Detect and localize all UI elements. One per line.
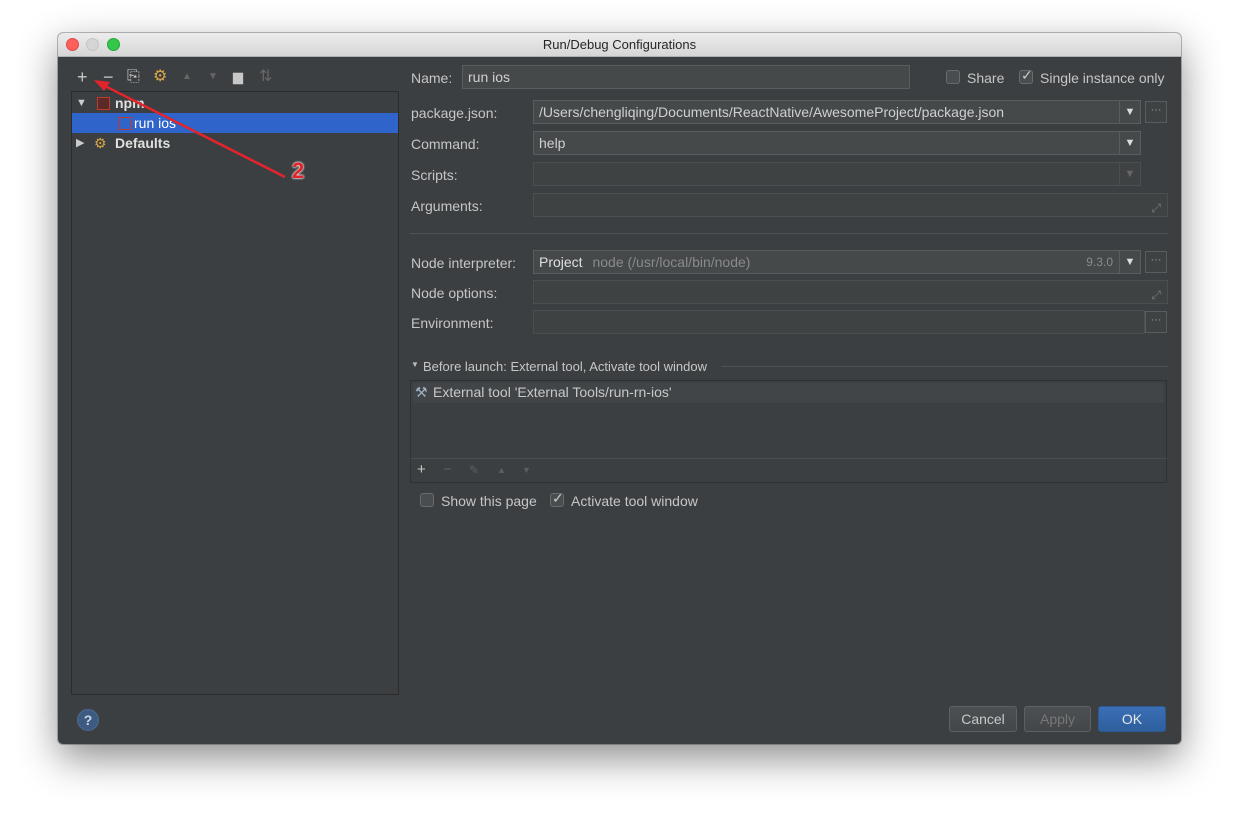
- expand-icon[interactable]: ⤢: [1151, 284, 1161, 306]
- expand-icon[interactable]: ⤢: [1151, 197, 1161, 219]
- node-options-label: Node options:: [411, 285, 498, 301]
- tools-icon: ⚒: [415, 384, 428, 400]
- package-json-browse-button[interactable]: ···: [1145, 101, 1167, 123]
- environment-input[interactable]: [533, 310, 1145, 334]
- command-label: Command:: [411, 136, 480, 152]
- package-json-label: package.json:: [411, 105, 498, 121]
- list-item[interactable]: ⚒ External tool 'External Tools/run-rn-i…: [413, 383, 1164, 403]
- collapse-triangle-icon[interactable]: ▼: [411, 360, 419, 369]
- single-instance-checkbox[interactable]: [1019, 67, 1033, 84]
- scripts-label: Scripts:: [411, 167, 458, 183]
- ok-button[interactable]: OK: [1098, 706, 1166, 732]
- cancel-button[interactable]: Cancel: [949, 706, 1017, 732]
- node-interpreter-select[interactable]: Project node (/usr/local/bin/node) 9.3.0: [533, 250, 1120, 274]
- before-launch-label: Before launch: External tool, Activate t…: [423, 359, 707, 374]
- arguments-label: Arguments:: [411, 198, 483, 214]
- before-launch-toolbar: + − ✎ ▲ ▼: [410, 458, 1167, 483]
- activate-window-label: Activate tool window: [571, 493, 698, 509]
- command-select[interactable]: help: [533, 131, 1120, 155]
- node-version: 9.3.0: [1086, 255, 1113, 269]
- environment-browse-button[interactable]: ···: [1145, 311, 1167, 333]
- node-interpreter-path: node (/usr/local/bin/node): [592, 254, 751, 270]
- package-json-input[interactable]: /Users/chengliqing/Documents/ReactNative…: [533, 100, 1120, 124]
- run-debug-dialog: Run/Debug Configurations + − ⎘ ⚙ ▲ ▼ ▆ ⇅…: [58, 33, 1181, 744]
- minus-icon[interactable]: −: [443, 461, 452, 478]
- scripts-select[interactable]: [533, 162, 1120, 186]
- name-label: Name:: [411, 70, 453, 86]
- show-page-checkbox[interactable]: [420, 493, 434, 507]
- environment-label: Environment:: [411, 315, 494, 331]
- plus-icon[interactable]: +: [417, 461, 426, 478]
- node-interpreter-dropdown[interactable]: ▼: [1119, 250, 1141, 274]
- arguments-input[interactable]: ⤢: [533, 193, 1168, 217]
- show-page-label: Show this page: [441, 493, 537, 509]
- arrow-up-icon[interactable]: ▲: [497, 465, 506, 475]
- before-launch-separator: [721, 366, 1168, 367]
- scripts-dropdown[interactable]: ▼: [1119, 162, 1141, 186]
- activate-window-checkbox[interactable]: [550, 490, 564, 507]
- node-interpreter-browse-button[interactable]: ···: [1145, 251, 1167, 273]
- separator: [410, 233, 1168, 234]
- package-json-dropdown[interactable]: ▼: [1119, 100, 1141, 124]
- command-dropdown[interactable]: ▼: [1119, 131, 1141, 155]
- single-instance-label: Single instance only: [1040, 70, 1165, 86]
- node-options-input[interactable]: ⤢: [533, 280, 1168, 304]
- annotation-arrow: [94, 80, 286, 179]
- arrow-down-icon[interactable]: ▼: [522, 465, 531, 475]
- node-interpreter-label: Node interpreter:: [411, 255, 517, 271]
- help-button[interactable]: ?: [77, 709, 99, 731]
- apply-button[interactable]: Apply: [1024, 706, 1091, 732]
- annotation-number: 2: [292, 158, 305, 183]
- name-input[interactable]: run ios: [462, 65, 910, 89]
- external-tool-item-label: External tool 'External Tools/run-rn-ios…: [433, 384, 672, 400]
- node-interpreter-project: Project: [539, 254, 583, 270]
- edit-icon[interactable]: ✎: [469, 463, 479, 477]
- share-checkbox[interactable]: [946, 70, 960, 84]
- share-label: Share: [967, 70, 1005, 86]
